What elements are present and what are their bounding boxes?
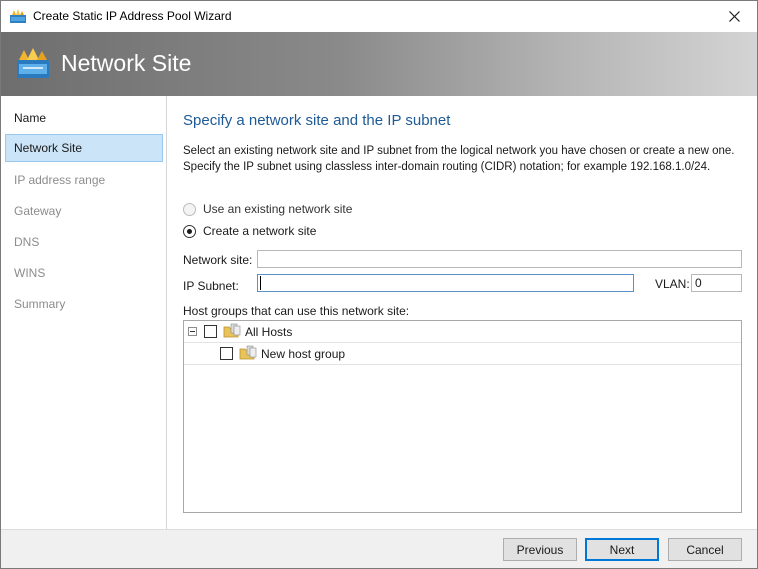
create-site-radio[interactable]: [183, 224, 196, 238]
nav-item-name[interactable]: Name: [5, 104, 163, 132]
new-host-group-label: New host group: [261, 347, 346, 361]
use-existing-site-option[interactable]: Use an existing network site: [183, 201, 352, 217]
all-hosts-label: All Hosts: [245, 325, 293, 339]
section-heading: Specify a network site and the IP subnet: [183, 112, 451, 129]
cancel-button[interactable]: Cancel: [668, 538, 742, 561]
collapse-icon[interactable]: [188, 327, 197, 336]
network-site-icon: [15, 46, 51, 80]
vlan-label: VLAN:: [655, 277, 690, 291]
nav-item-gateway[interactable]: Gateway: [5, 197, 163, 225]
use-existing-site-radio[interactable]: [183, 202, 196, 216]
network-site-label: Network site:: [183, 253, 253, 267]
vlan-input[interactable]: [691, 274, 742, 292]
nav-item-wins[interactable]: WINS: [5, 259, 163, 287]
close-icon: [728, 11, 740, 22]
new-host-group-checkbox[interactable]: [220, 347, 233, 360]
text-caret: [260, 276, 261, 290]
wizard-window: Create Static IP Address Pool Wizard Net…: [0, 0, 758, 569]
page-title: Network Site: [61, 50, 192, 76]
nav-item-network-site[interactable]: Network Site: [5, 134, 163, 162]
ip-subnet-input[interactable]: [257, 274, 634, 292]
next-button[interactable]: Next: [585, 538, 659, 561]
ip-subnet-label: IP Subnet:: [183, 279, 239, 293]
create-site-option[interactable]: Create a network site: [183, 223, 316, 239]
section-description: Select an existing network site and IP s…: [183, 145, 735, 173]
wizard-footer: Previous Next Cancel: [1, 529, 757, 568]
previous-button[interactable]: Previous: [503, 538, 577, 561]
all-hosts-checkbox[interactable]: [204, 325, 217, 338]
host-groups-tree: All Hosts New host group: [183, 320, 742, 513]
host-group-folder-icon: [223, 323, 241, 339]
header-banner: Network Site: [1, 32, 757, 96]
wizard-steps-nav: Name Network Site IP address range Gatew…: [1, 96, 167, 529]
create-site-label: Create a network site: [203, 224, 317, 238]
nav-item-dns[interactable]: DNS: [5, 228, 163, 256]
wizard-app-icon: [9, 8, 27, 24]
host-groups-label: Host groups that can use this network si…: [183, 304, 410, 318]
use-existing-site-label: Use an existing network site: [203, 202, 353, 216]
tree-row-new-host-group[interactable]: New host group: [184, 343, 741, 365]
nav-item-ip-address-range[interactable]: IP address range: [5, 166, 163, 194]
close-button[interactable]: [711, 1, 757, 32]
title-bar: Create Static IP Address Pool Wizard: [1, 1, 757, 32]
window-title: Create Static IP Address Pool Wizard: [33, 9, 232, 23]
nav-item-summary[interactable]: Summary: [5, 290, 163, 318]
tree-row-all-hosts[interactable]: All Hosts: [184, 321, 741, 343]
host-group-folder-icon: [239, 345, 257, 361]
network-site-input[interactable]: [257, 250, 742, 268]
